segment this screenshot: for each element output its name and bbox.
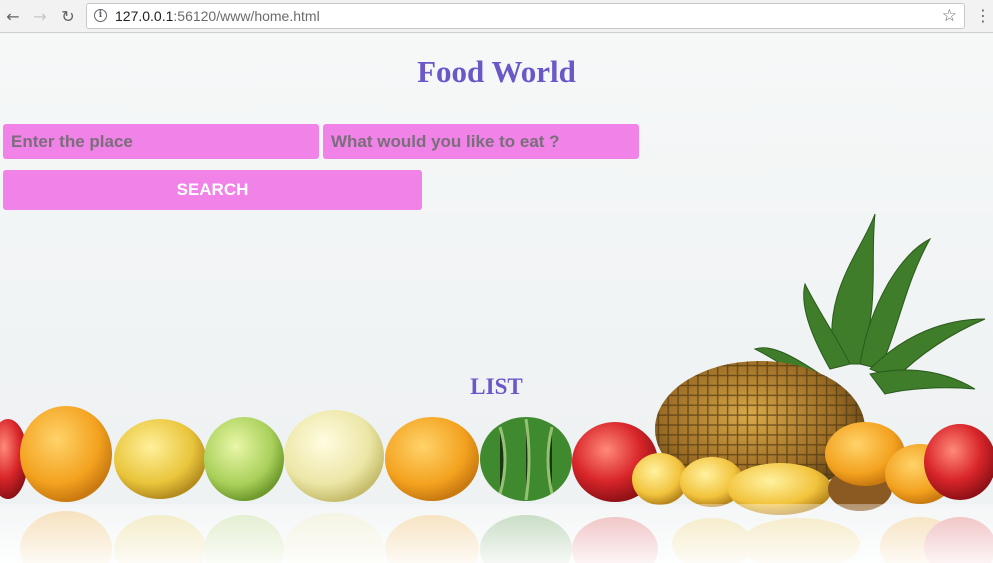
page-viewport: Food World SEARCH LIST [0,34,993,563]
url-host: 127.0.0.1 [115,8,174,24]
menu-icon[interactable]: ⋮ [975,6,991,26]
forward-arrow-icon[interactable]: → [30,6,50,26]
info-icon[interactable]: i [94,9,107,22]
search-button[interactable]: SEARCH [3,170,422,210]
address-bar[interactable]: i 127.0.0.1:56120/www/home.html ☆ [86,3,965,29]
star-icon[interactable]: ☆ [942,6,957,26]
fruit-background-image [0,213,993,563]
back-arrow-icon[interactable]: ← [3,6,23,26]
url-path: :56120/www/home.html [173,8,320,24]
place-input[interactable] [3,124,319,159]
url-text[interactable]: 127.0.0.1:56120/www/home.html [115,8,320,24]
food-input[interactable] [323,124,639,159]
list-heading: LIST [470,374,523,399]
reload-icon[interactable]: ↻ [58,6,78,26]
page-title: Food World [417,54,576,89]
browser-toolbar: ← → ↻ i 127.0.0.1:56120/www/home.html ☆ … [0,0,993,33]
